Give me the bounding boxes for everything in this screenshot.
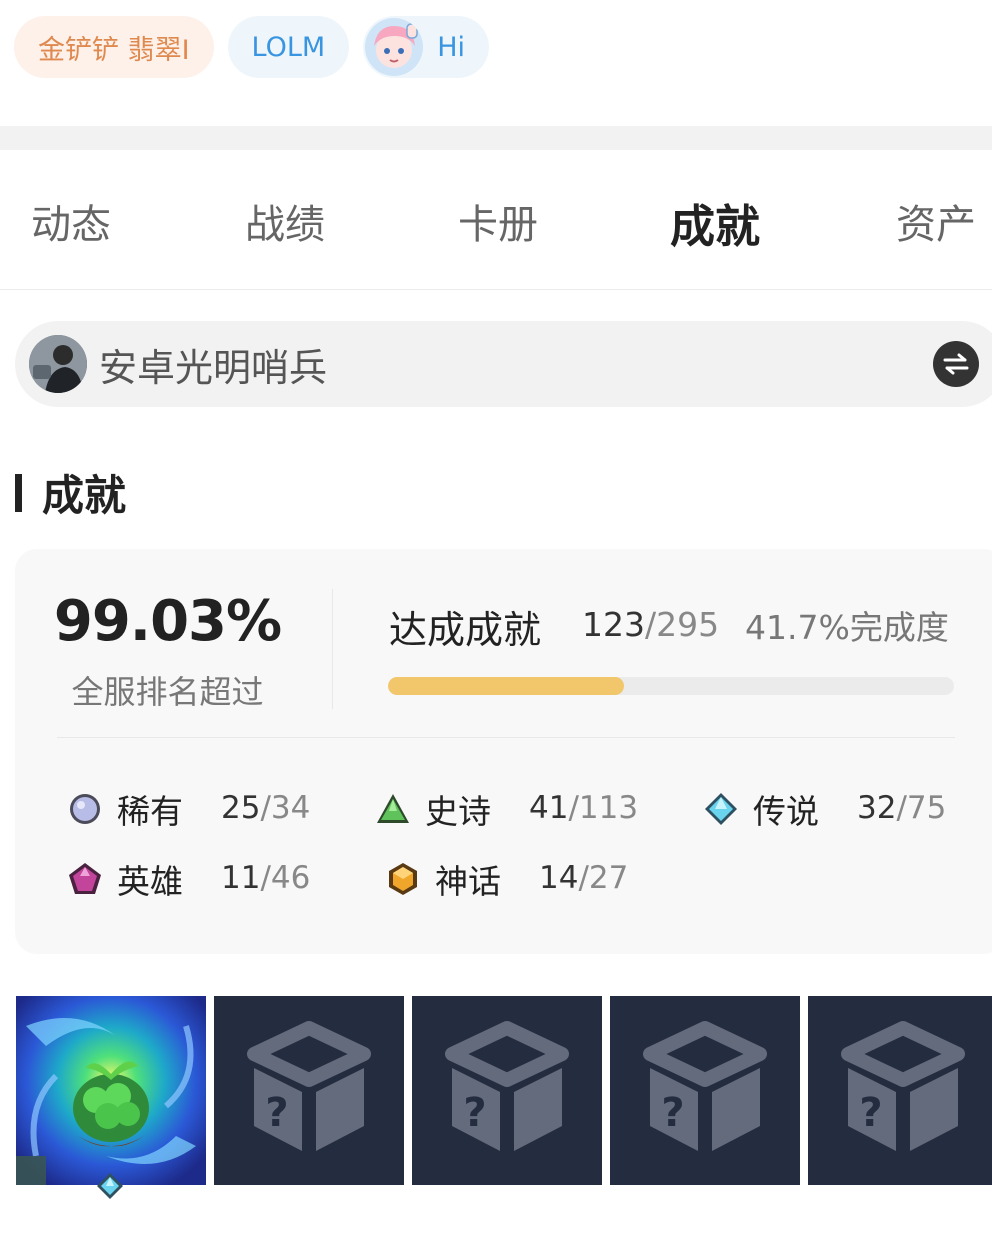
svg-text:?: ? [661, 1090, 684, 1136]
rarity-rare: 稀有 25/34 [67, 787, 347, 831]
rarity-name: 英雄 [117, 862, 183, 901]
svg-text:?: ? [265, 1090, 288, 1136]
hi-avatar-icon [365, 18, 424, 76]
rarity-name: 传说 [753, 792, 819, 831]
rarity-count-total: /75 [896, 790, 947, 826]
tab-card-album[interactable]: 卡册 [458, 192, 538, 250]
achievement-grid: ? ? ? ? [16, 996, 992, 1185]
rarity-count-value: 25 [221, 790, 261, 826]
progress-fill [388, 677, 625, 695]
card-divider-horizontal [57, 737, 955, 738]
circle-gem-icon [70, 794, 100, 824]
account-name: 安卓光明哨兵 [99, 345, 328, 390]
tab-assets[interactable]: 资产 [896, 192, 976, 250]
rarity-count: 32/75 [857, 790, 946, 826]
rank-label: 全服排名超过 [71, 673, 264, 711]
achievement-tile-locked[interactable]: ? [412, 996, 602, 1185]
rarity-count-total: /113 [568, 790, 639, 826]
completion-progress-bar [388, 677, 954, 695]
rarity-name: 神话 [435, 862, 501, 901]
rarity-count: 41/113 [529, 790, 638, 826]
mystery-box-icon: ? [643, 1021, 767, 1151]
mystery-box-icon: ? [247, 1021, 371, 1151]
rarity-count-value: 11 [221, 860, 261, 896]
rarity-epic: 史诗 41/113 [375, 787, 675, 831]
hexagon-gem-icon [389, 863, 417, 895]
section-header: 成就 [15, 462, 126, 523]
rarity-count-value: 14 [539, 860, 579, 896]
account-selector[interactable]: 安卓光明哨兵 [15, 321, 992, 407]
achievement-tile-locked[interactable]: ? [808, 996, 992, 1185]
switch-account-button[interactable] [933, 341, 979, 387]
svg-text:?: ? [859, 1090, 882, 1136]
achievement-tile-unlocked[interactable] [16, 996, 206, 1185]
rarity-count-value: 41 [529, 790, 569, 826]
section-title: 成就 [42, 471, 127, 520]
account-avatar [29, 335, 87, 393]
rarity-count: 25/34 [221, 790, 310, 826]
card-divider-vertical [332, 589, 333, 709]
lolm-label: LOLM [251, 31, 326, 63]
achievement-stats-card: 99.03% 全服排名超过 达成成就 123/295 41.7%完成度 稀有 2… [15, 549, 992, 954]
mystery-box-icon: ? [841, 1021, 965, 1151]
game-rank-tag[interactable]: 金铲铲 翡翠I [14, 16, 214, 78]
svg-text:?: ? [463, 1090, 486, 1136]
rarity-count-total: /27 [578, 860, 629, 896]
game-rank-label: 金铲铲 翡翠I [38, 34, 190, 66]
title-accent-bar [15, 473, 22, 512]
plant-vortex-icon [16, 1018, 196, 1185]
rarity-hero: 英雄 11/46 [67, 857, 347, 901]
hi-label: Hi [437, 31, 466, 63]
rarity-count-total: /34 [260, 790, 311, 826]
rarity-mythic: 神话 14/27 [385, 857, 685, 901]
switch-arrows-icon [943, 353, 969, 375]
profile-tabs: 动态 战绩 卡册 成就 资产 [0, 150, 992, 290]
lolm-tag[interactable]: LOLM [227, 16, 350, 78]
rarity-count: 11/46 [221, 860, 310, 896]
pentagon-gem-icon [69, 863, 101, 894]
profile-tags: 金铲铲 翡翠I LOLM Hi [14, 16, 490, 78]
achieved-count: 123/295 [582, 605, 719, 644]
mystery-box-icon: ? [445, 1021, 569, 1151]
diamond-gem-icon [705, 793, 737, 825]
tab-match-history[interactable]: 战绩 [245, 192, 325, 250]
rarity-count: 14/27 [539, 860, 628, 896]
achievement-tile-locked[interactable]: ? [214, 996, 404, 1185]
completion-rate: 41.7%完成度 [745, 608, 949, 647]
tab-achievements[interactable]: 成就 [670, 190, 760, 255]
rarity-name: 稀有 [117, 792, 183, 831]
achieved-label: 达成成就 [389, 608, 542, 652]
section-divider [0, 126, 992, 150]
rank-percent: 99.03% [53, 589, 282, 654]
hi-tag[interactable]: Hi [363, 16, 490, 78]
rarity-name: 史诗 [425, 792, 491, 831]
diamond-gem-icon [97, 1173, 123, 1199]
achievement-tile-locked[interactable]: ? [610, 996, 800, 1185]
triangle-gem-icon [377, 794, 409, 823]
achieved-value: 123 [582, 605, 645, 644]
rarity-count-total: /46 [260, 860, 311, 896]
achieved-total: /295 [645, 605, 720, 644]
tab-activity[interactable]: 动态 [31, 192, 111, 250]
rarity-legendary: 传说 32/75 [703, 787, 983, 831]
rarity-count-value: 32 [857, 790, 897, 826]
